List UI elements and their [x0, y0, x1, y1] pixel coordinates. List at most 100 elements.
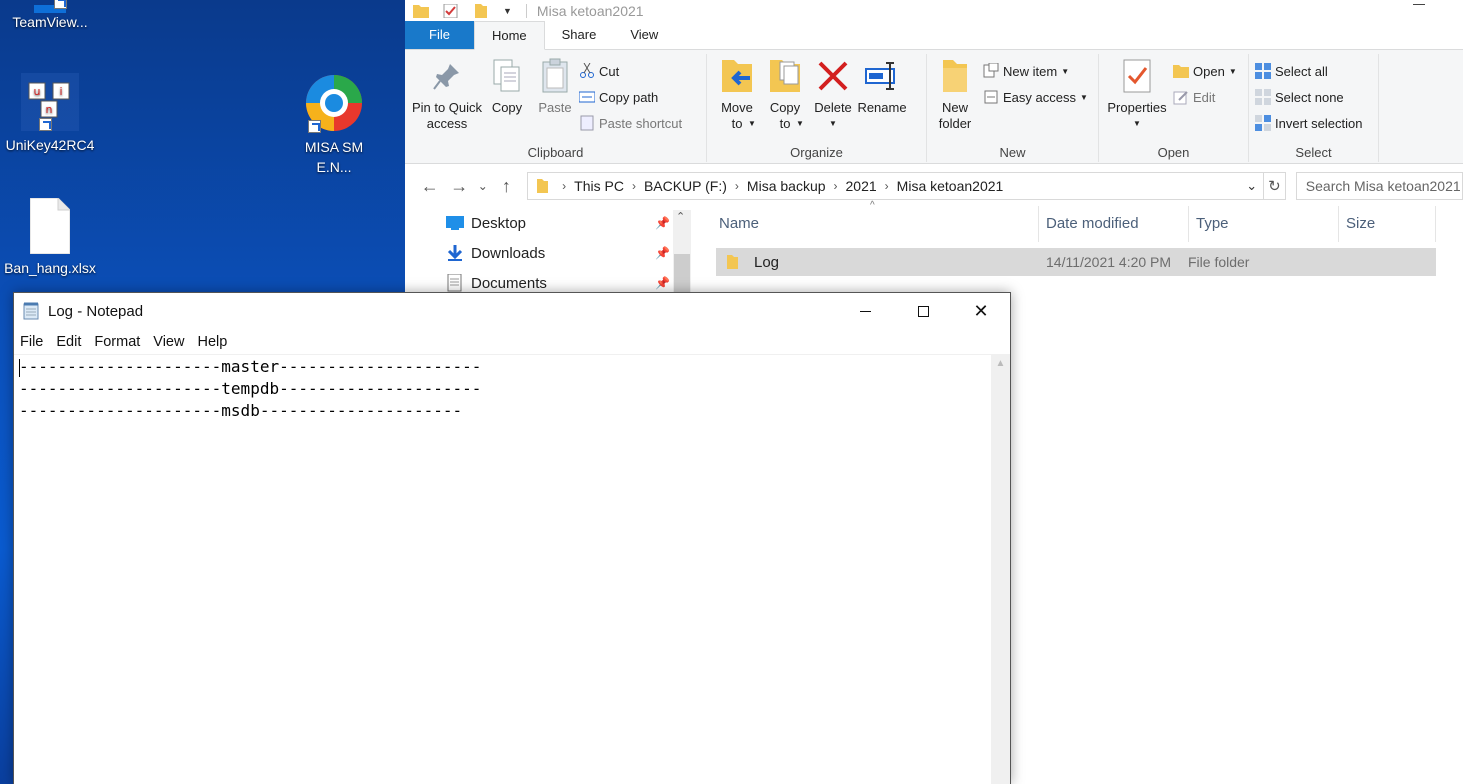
file-row[interactable]: Log 14/11/2021 4:20 PM File folder [716, 248, 1436, 276]
new-item-button[interactable]: New item ▼ [983, 58, 1088, 84]
minimize-icon [859, 310, 871, 312]
ribbon-tabs: File Home Share View [405, 21, 1463, 50]
shortcut-arrow-icon [39, 118, 52, 131]
open-button[interactable]: Open ▼ [1173, 58, 1237, 84]
select-none-button[interactable]: Select none [1255, 84, 1362, 110]
new-folder-label: New folder [938, 100, 972, 131]
column-header-size[interactable]: Size [1338, 206, 1436, 242]
svg-text:i: i [59, 85, 62, 98]
column-label: Type [1196, 215, 1229, 232]
nav-item-desktop[interactable]: Desktop 📌 [445, 208, 670, 238]
address-box[interactable]: › This PC › BACKUP (F:) › Misa backup › … [527, 172, 1265, 200]
file-icon [29, 197, 71, 255]
desktop-icon-label: UniKey42RC4 [5, 137, 95, 153]
text-line: ---------------------tempdb-------------… [19, 379, 482, 398]
chevron-right-icon[interactable]: › [735, 179, 739, 193]
window-title: Misa ketoan2021 [536, 3, 644, 19]
notepad-titlebar[interactable]: Log - Notepad ✕ [14, 293, 1010, 329]
nav-pane-scrollbar[interactable]: ⌃ [673, 210, 691, 304]
tab-home[interactable]: Home [473, 21, 545, 50]
menu-help[interactable]: Help [197, 334, 227, 350]
nav-item-label: Documents [471, 274, 547, 292]
desktop-icon-ban-hang[interactable]: Ban_hang.xlsx [0, 197, 100, 278]
scroll-up-icon[interactable]: ▲ [991, 358, 1010, 369]
column-header-name[interactable]: Name [716, 206, 1038, 242]
organize-group-label: Organize [790, 145, 843, 160]
invert-selection-button[interactable]: Invert selection [1255, 110, 1362, 136]
notepad-vertical-scrollbar[interactable]: ▲ [991, 354, 1010, 784]
desktop-icon-misa[interactable]: MISA SME.N... [284, 73, 384, 177]
desktop-icon-teamviewer[interactable]: TeamView... [0, 0, 100, 32]
desktop-icon-unikey[interactable]: u i n UniKey42RC4 [0, 73, 100, 155]
minimize-button[interactable] [1413, 4, 1425, 5]
menu-edit[interactable]: Edit [56, 334, 81, 350]
copy-path-button[interactable]: Copy path [579, 84, 682, 110]
quick-access-dropdown-icon[interactable]: ▼ [503, 6, 512, 16]
breadcrumb-this-pc[interactable]: This PC [574, 178, 624, 194]
close-button[interactable]: ✕ [952, 293, 1010, 329]
tab-file[interactable]: File [405, 21, 474, 49]
chevron-right-icon[interactable]: › [885, 179, 889, 193]
column-header-date-modified[interactable]: Date modified [1038, 206, 1188, 242]
document-icon [447, 274, 462, 292]
address-dropdown-icon[interactable]: ⌄ [1246, 178, 1257, 194]
forward-button[interactable]: → [444, 176, 473, 197]
menu-format[interactable]: Format [94, 334, 140, 350]
pin-label: Pin to Quick access [411, 100, 483, 131]
breadcrumb-misa-backup[interactable]: Misa backup [747, 178, 826, 194]
search-input[interactable]: Search Misa ketoan2021 [1295, 172, 1463, 200]
explorer-titlebar: ▼ Misa ketoan2021 [405, 0, 1463, 22]
scroll-up-icon[interactable]: ⌃ [676, 210, 685, 223]
cut-label: Cut [599, 63, 620, 79]
cut-button[interactable]: Cut [579, 58, 682, 84]
maximize-button[interactable] [894, 293, 952, 329]
column-label: Size [1346, 215, 1376, 232]
edit-icon [1173, 91, 1188, 105]
chevron-right-icon[interactable]: › [834, 179, 838, 193]
notepad-text-area[interactable]: ---------------------master-------------… [14, 354, 991, 784]
maximize-icon [917, 305, 929, 317]
tab-view[interactable]: View [613, 21, 675, 49]
pin-icon[interactable]: 📌 [655, 216, 670, 230]
open-label: Open [1193, 63, 1225, 79]
easy-access-button[interactable]: Easy access ▼ [983, 84, 1088, 110]
pin-icon[interactable]: 📌 [655, 276, 670, 290]
breadcrumb-2021[interactable]: 2021 [846, 178, 877, 194]
pin-icon[interactable]: 📌 [655, 246, 670, 260]
clipboard-group: Pin to Quick access Copy Paste Cut Copy … [405, 54, 707, 162]
copy-path-icon [579, 91, 595, 103]
folder-icon [727, 255, 738, 269]
ribbon-home: Pin to Quick access Copy Paste Cut Copy … [405, 50, 1463, 164]
chevron-right-icon[interactable]: › [632, 179, 636, 193]
folder-icon[interactable] [413, 4, 429, 18]
menu-file[interactable]: File [20, 334, 43, 350]
nav-item-downloads[interactable]: Downloads 📌 [445, 238, 670, 268]
desktop-icon-label: MISA SME.N... [304, 139, 364, 175]
breadcrumb-backup[interactable]: BACKUP (F:) [644, 178, 727, 194]
select-none-icon [1255, 89, 1271, 105]
properties-check-icon[interactable] [443, 4, 459, 18]
invert-selection-icon [1255, 115, 1271, 131]
up-button[interactable]: ↑ [492, 176, 521, 197]
text-line: ---------------------master-------------… [19, 357, 482, 376]
recent-locations-icon[interactable]: ⌄ [474, 179, 492, 193]
chevron-right-icon[interactable]: › [562, 179, 566, 193]
minimize-button[interactable] [836, 293, 894, 329]
column-label: Name [719, 215, 760, 232]
move-to-dropdown-icon: ▼ [748, 119, 756, 128]
menu-view[interactable]: View [153, 334, 184, 350]
properties-icon [1123, 59, 1151, 93]
paste-shortcut-icon [580, 115, 594, 131]
new-group-label: New [999, 145, 1026, 160]
paste-shortcut-button[interactable]: Paste shortcut [579, 110, 682, 136]
tab-share[interactable]: Share [545, 21, 614, 49]
notepad-menubar: File Edit Format View Help [14, 329, 1010, 355]
select-all-button[interactable]: Select all [1255, 58, 1362, 84]
paste-label: Paste [538, 100, 572, 115]
new-folder-icon[interactable] [473, 4, 489, 18]
breadcrumb-misa-ketoan2021[interactable]: Misa ketoan2021 [897, 178, 1004, 194]
refresh-button[interactable]: ↻ [1264, 172, 1286, 200]
edit-button[interactable]: Edit [1173, 84, 1237, 110]
column-header-type[interactable]: Type [1188, 206, 1338, 242]
back-button[interactable]: ← [415, 176, 444, 197]
